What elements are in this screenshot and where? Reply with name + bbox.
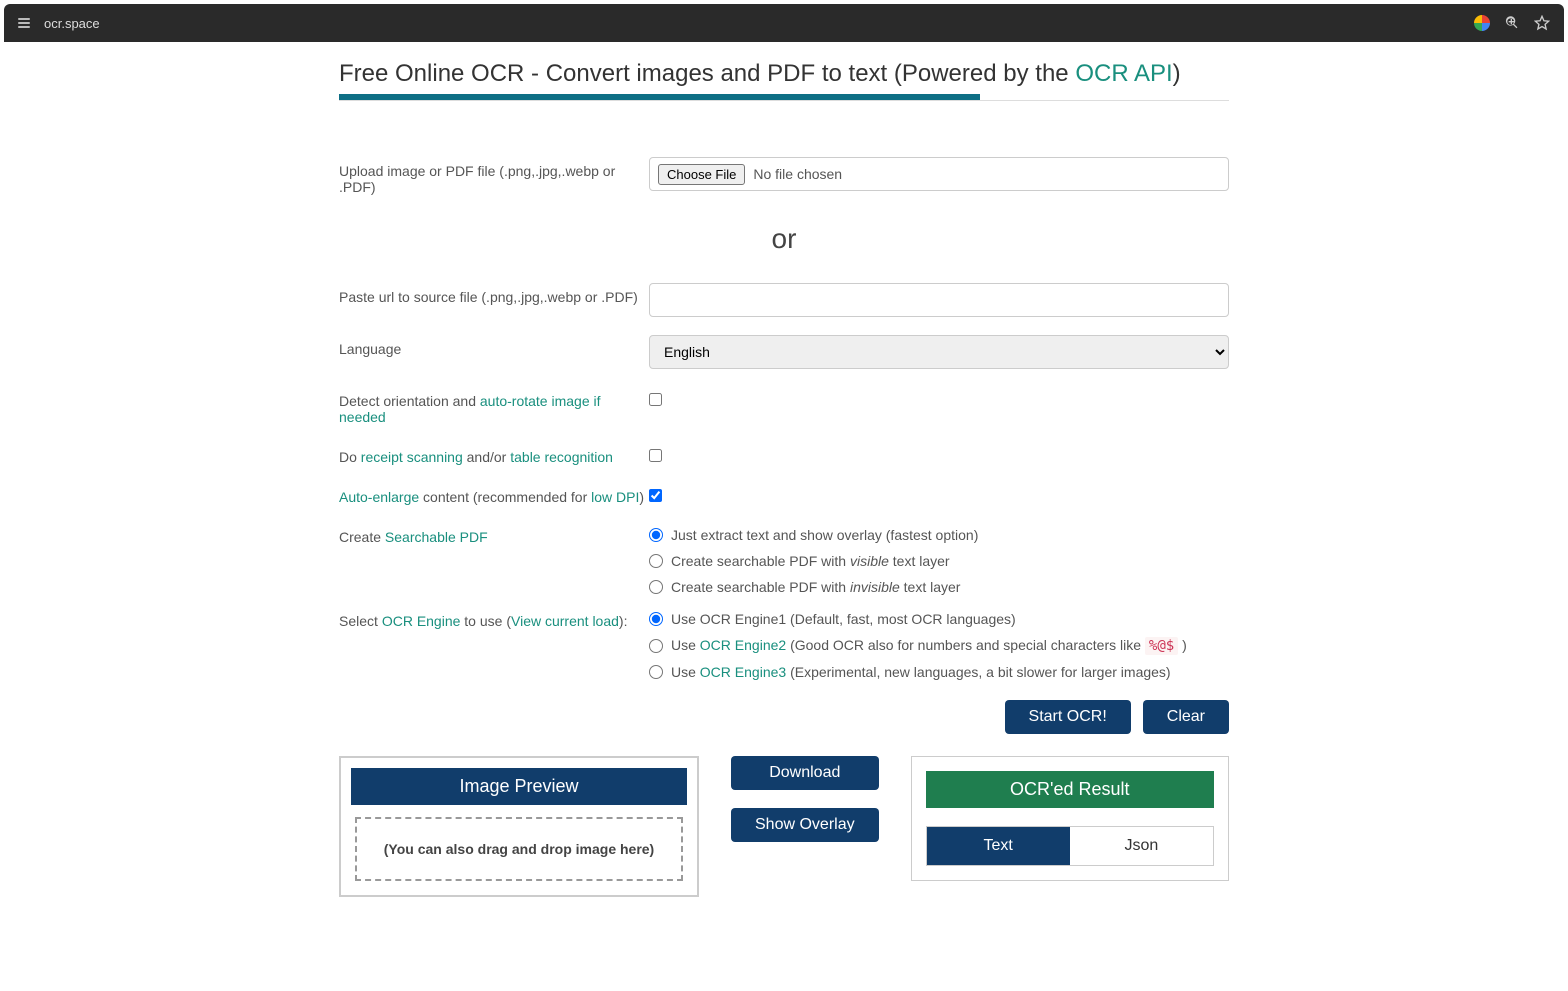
file-input[interactable]: Choose File No file chosen (649, 157, 1229, 191)
url-input[interactable] (649, 283, 1229, 317)
page-title: Free Online OCR - Convert images and PDF… (339, 60, 1229, 88)
image-preview-header: Image Preview (351, 768, 687, 805)
detect-orientation-checkbox[interactable] (649, 393, 662, 406)
pdf-option-extract-radio[interactable] (649, 528, 663, 542)
create-pdf-label: Create Searchable PDF (339, 523, 649, 545)
language-select[interactable]: English (649, 335, 1229, 369)
receipt-scanning-link[interactable]: receipt scanning (361, 449, 463, 465)
clear-button[interactable]: Clear (1143, 700, 1229, 734)
auto-enlarge-link[interactable]: Auto-enlarge (339, 489, 419, 505)
engine3-radio[interactable] (649, 665, 663, 679)
site-settings-icon[interactable] (18, 15, 34, 31)
result-panel: OCR'ed Result Text Json (911, 756, 1229, 881)
view-load-link[interactable]: View current load (511, 613, 619, 629)
start-ocr-button[interactable]: Start OCR! (1005, 700, 1131, 734)
file-status: No file chosen (753, 166, 842, 182)
download-button[interactable]: Download (731, 756, 879, 790)
ocr-engine-link[interactable]: OCR Engine (382, 613, 461, 629)
pdf-option-visible-label: Create searchable PDF with visible text … (671, 553, 950, 569)
google-icon[interactable] (1474, 15, 1490, 31)
or-separator: or (339, 223, 1229, 255)
zoom-icon[interactable] (1504, 15, 1520, 31)
star-icon[interactable] (1534, 15, 1550, 31)
pdf-option-invisible-radio[interactable] (649, 580, 663, 594)
title-underline (339, 94, 980, 100)
engine3-label: Use OCR Engine3 (Experimental, new langu… (671, 664, 1171, 680)
pdf-option-invisible-label: Create searchable PDF with invisible tex… (671, 579, 960, 595)
choose-file-button[interactable]: Choose File (658, 164, 745, 185)
low-dpi-link[interactable]: low DPI (591, 489, 639, 505)
result-header: OCR'ed Result (926, 771, 1214, 808)
auto-enlarge-label: Auto-enlarge content (recommended for lo… (339, 483, 649, 505)
paste-url-label: Paste url to source file (.png,.jpg,.web… (339, 283, 649, 305)
show-overlay-button[interactable]: Show Overlay (731, 808, 879, 842)
tab-text[interactable]: Text (927, 827, 1070, 865)
engine1-radio[interactable] (649, 612, 663, 626)
result-tabs: Text Json (926, 826, 1214, 866)
pdf-option-visible-radio[interactable] (649, 554, 663, 568)
searchable-pdf-link[interactable]: Searchable PDF (385, 529, 488, 545)
image-preview-panel: Image Preview (You can also drag and dro… (339, 756, 699, 897)
ocr-api-link[interactable]: OCR API (1075, 60, 1172, 87)
language-label: Language (339, 335, 649, 357)
detect-orientation-label: Detect orientation and auto-rotate image… (339, 387, 649, 425)
dropzone[interactable]: (You can also drag and drop image here) (355, 817, 683, 881)
receipt-checkbox[interactable] (649, 449, 662, 462)
receipt-label: Do receipt scanning and/or table recogni… (339, 443, 649, 465)
engine2-label: Use OCR Engine2 (Good OCR also for numbe… (671, 637, 1187, 654)
engine3-link[interactable]: OCR Engine3 (700, 664, 786, 680)
auto-enlarge-checkbox[interactable] (649, 489, 662, 502)
pdf-option-extract-label: Just extract text and show overlay (fast… (671, 527, 978, 543)
table-recognition-link[interactable]: table recognition (510, 449, 613, 465)
select-engine-label: Select OCR Engine to use (View current l… (339, 607, 649, 629)
engine2-link[interactable]: OCR Engine2 (700, 637, 786, 653)
url-text: ocr.space (44, 16, 100, 31)
browser-address-bar: ocr.space (4, 4, 1564, 42)
upload-label: Upload image or PDF file (.png,.jpg,.web… (339, 157, 649, 195)
engine2-radio[interactable] (649, 639, 663, 653)
engine1-label: Use OCR Engine1 (Default, fast, most OCR… (671, 611, 1016, 627)
tab-json[interactable]: Json (1070, 827, 1213, 865)
